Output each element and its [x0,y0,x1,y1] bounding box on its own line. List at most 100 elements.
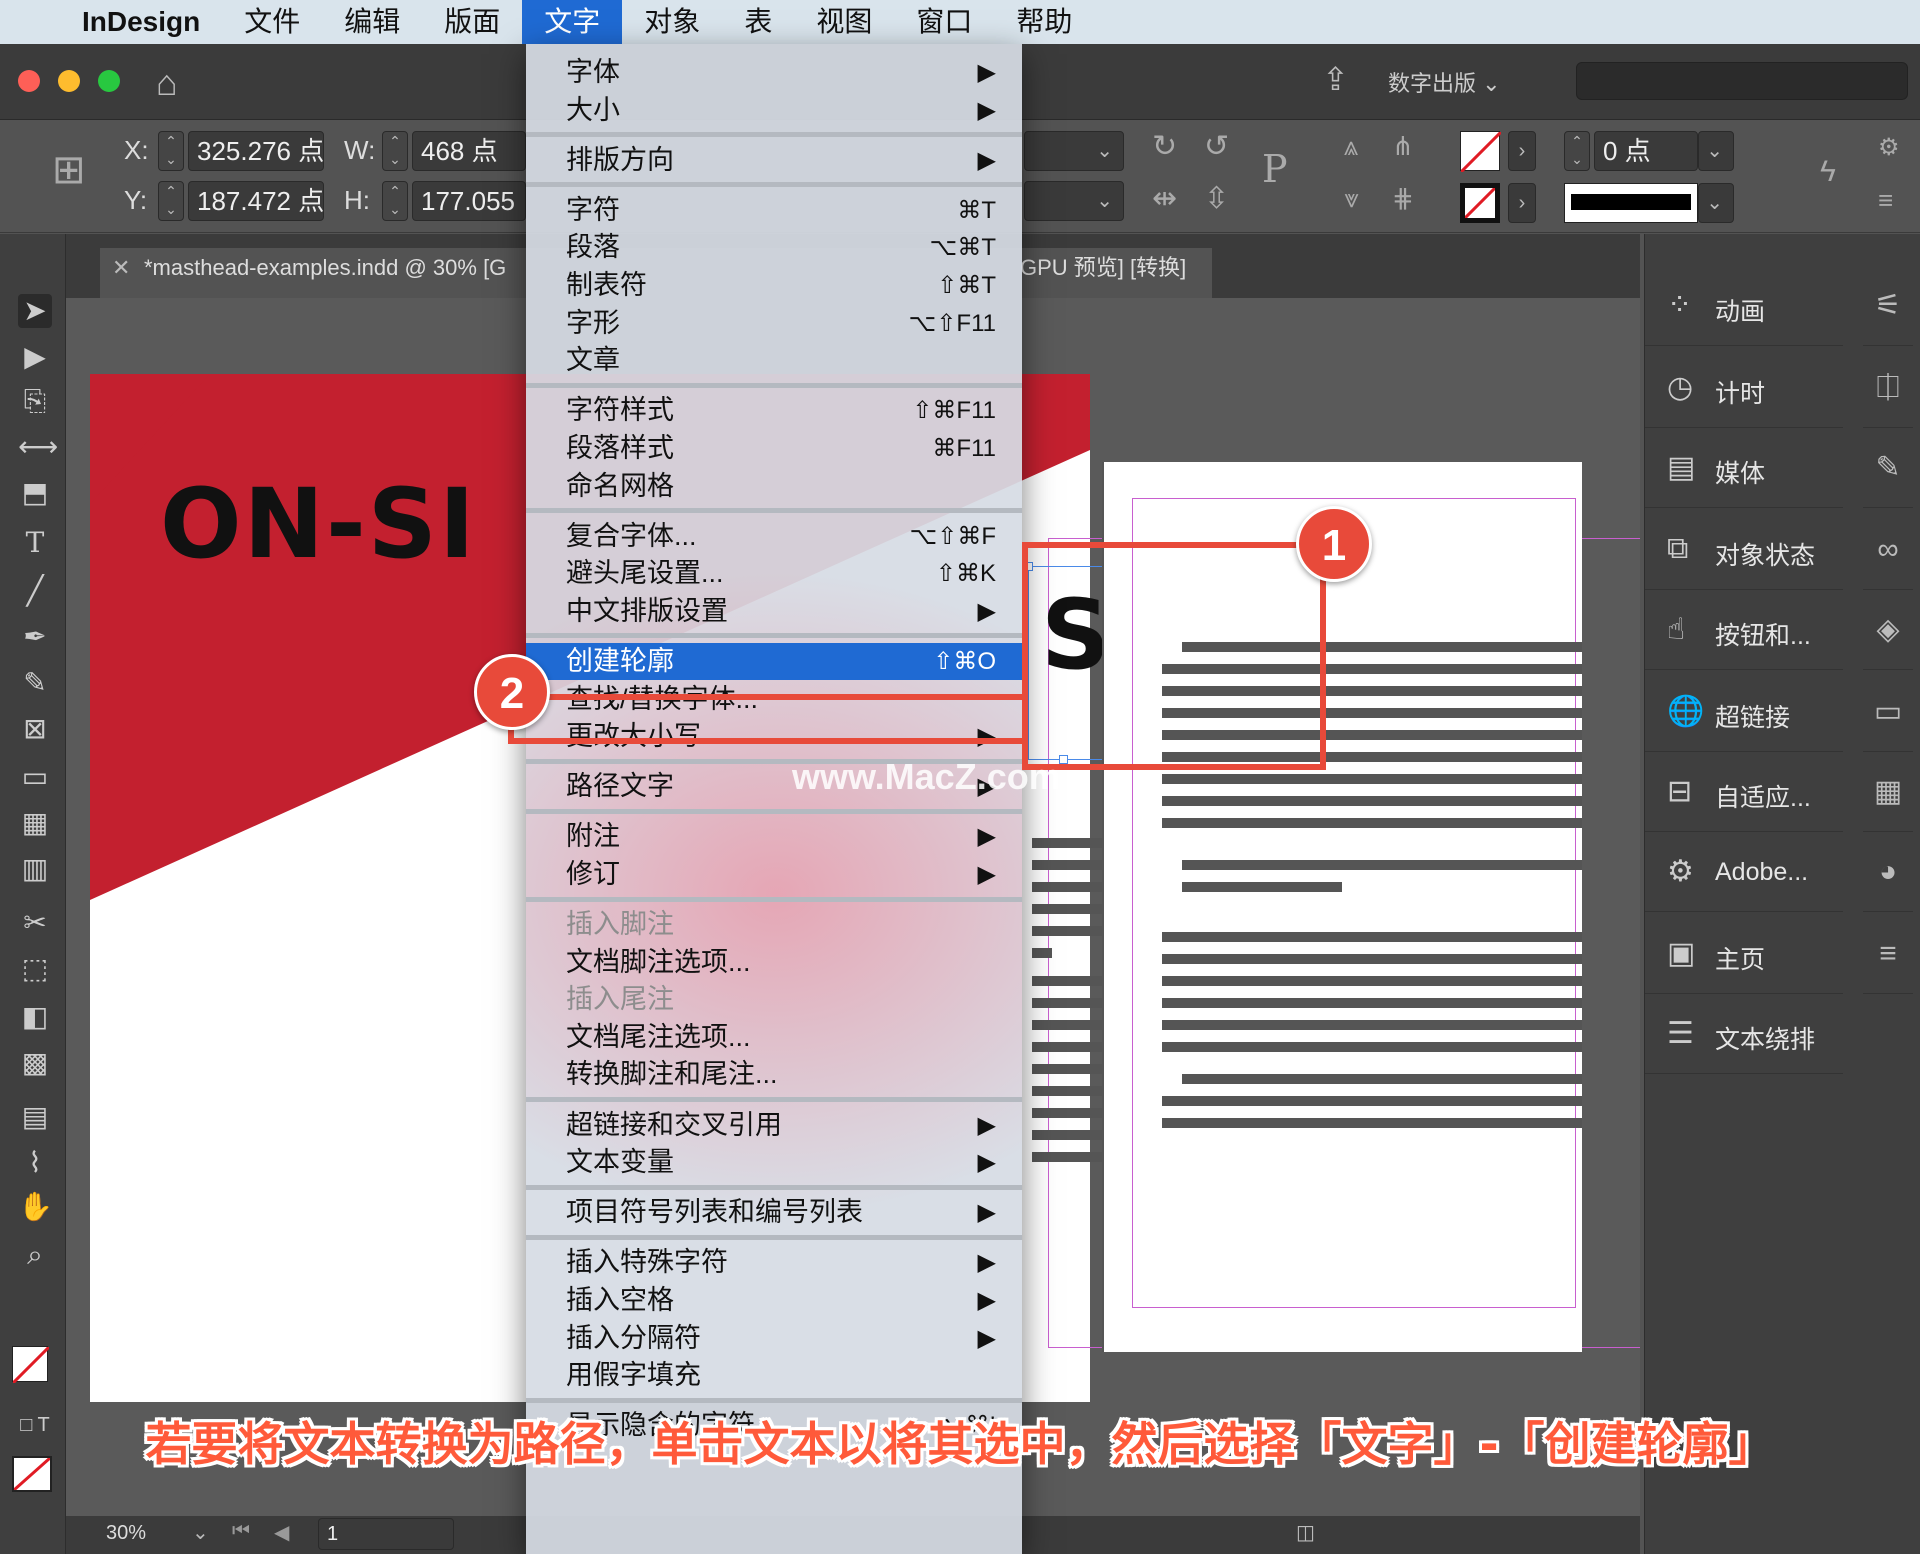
content-collector-icon[interactable]: ⬒ [18,476,52,510]
menu-item[interactable]: 文章 [526,342,1022,379]
panel-item-hyperlinks[interactable]: 🌐 超链接 [1645,672,1843,752]
menu-item[interactable]: 项目符号列表和编号列表 ▶ [526,1194,1022,1231]
zoom-tool-icon[interactable]: ⌕ [18,1238,52,1272]
menu-item[interactable]: 插入分隔符 ▶ [526,1320,1022,1357]
gear-icon[interactable]: ⚙ [1878,133,1900,162]
direct-selection-tool-icon[interactable]: ▶ [18,340,52,374]
menu-item[interactable]: 用假字填充 [526,1357,1022,1394]
rectangle-frame-tool-icon[interactable]: ⊠ [18,712,52,746]
previous-page-icon[interactable]: ◀ [274,1520,289,1545]
edit-icon[interactable]: ✎ [1863,428,1913,508]
menu-item[interactable]: 字符样式 ⇧⌘F11 [526,392,1022,429]
fill-swatch[interactable] [11,1345,51,1385]
stroke-none-swatch[interactable] [1460,183,1500,223]
close-tab-icon[interactable]: ✕ [112,248,130,288]
stroke-type-dropdown[interactable] [1564,183,1698,223]
share-icon[interactable]: ⇪ [1322,60,1349,98]
menu-item[interactable]: 命名网格 [526,468,1022,505]
fill-none-swatch[interactable] [1459,130,1503,174]
fill-chevron-icon[interactable]: › [1508,131,1536,171]
reference-point-icon[interactable]: ⊞ [52,147,86,193]
x-field[interactable]: 325.276 点 [188,131,324,171]
menu-indesign[interactable]: InDesign [60,0,222,44]
x-stepper[interactable]: ⌃ ⌄ [158,131,184,171]
menu-item[interactable]: 修订 ▶ [526,856,1022,893]
flip-horizontal-icon[interactable]: ⇹ [1152,181,1177,216]
menu-file[interactable]: 文件 [222,0,322,44]
gradient-icon[interactable]: ▭ [1863,672,1913,752]
menu-item[interactable]: 插入空格 ▶ [526,1282,1022,1319]
menu-item[interactable]: 附注 ▶ [526,818,1022,855]
h-stepper[interactable]: ⌃ ⌄ [382,181,408,221]
menu-item[interactable]: 中文排版设置 ▶ [526,593,1022,630]
menu-table[interactable]: 表 [722,0,794,44]
menu-item[interactable]: 转换脚注和尾注... [526,1056,1022,1093]
menu-item[interactable]: 复合字体... ⌥⇧⌘F [526,518,1022,555]
w-field[interactable]: 468 点 [412,131,526,171]
menu-item[interactable]: 字体 ▶ [526,54,1022,91]
menu-item[interactable]: 文档脚注选项... [526,944,1022,981]
menu-item[interactable]: 制表符 ⇧⌘T [526,267,1022,304]
panel-menu-icon[interactable]: ≡ [1878,185,1893,216]
panel-item-object-states[interactable]: ⧉ 对象状态 [1645,510,1843,590]
menu-layout[interactable]: 版面 [422,0,522,44]
menu-object[interactable]: 对象 [622,0,722,44]
line-tool-icon[interactable]: ╱ [18,574,52,608]
menu-item[interactable]: 段落样式 ⌘F11 [526,430,1022,467]
table-tool-icon[interactable]: ▦ [18,806,52,840]
y-field[interactable]: 187.472 点 [188,181,324,221]
menu-help[interactable]: 帮助 [994,0,1094,44]
distribute-icon[interactable]: ⋔ [1392,131,1414,162]
page-tool-icon[interactable]: ⎘ [18,384,52,418]
align-bottom-icon[interactable]: ⩔ [1344,183,1359,215]
minimize-window-button[interactable] [58,70,80,92]
w-stepper[interactable]: ⌃ ⌄ [382,131,408,171]
view-mode-icon[interactable]: ◫ [1296,1520,1315,1545]
cc-libraries-icon[interactable]: ⎅ [1863,348,1913,428]
workspace-switcher[interactable]: 数字出版 ⌄ [1388,66,1501,98]
zoom-chevron-icon[interactable]: ⌄ [192,1520,209,1545]
properties-icon[interactable]: ⚟ [1863,266,1913,346]
stroke-chevron-icon[interactable]: › [1508,183,1536,223]
panel-item-animation[interactable]: ⁘ 动画 [1645,266,1843,346]
path-type-icon[interactable]: P [1262,147,1288,191]
page-number-field[interactable]: 1 [318,1518,454,1550]
menu-item[interactable]: 段落 ⌥⌘T [526,229,1022,266]
menu-type[interactable]: 文字 [522,0,623,44]
grid-tool-icon[interactable]: ▥ [18,852,52,886]
menu-window[interactable]: 窗口 [894,0,994,44]
menu-edit[interactable]: 编辑 [322,0,422,44]
home-icon[interactable]: ⌂ [156,62,178,104]
y-stepper[interactable]: ⌃ ⌄ [158,181,184,221]
panel-item-liquid-layout[interactable]: ⊟ 自适应... [1645,752,1843,832]
menu-item[interactable]: 创建轮廓 ⇧⌘O [526,642,1022,680]
panel-item-timing[interactable]: ◷ 计时 [1645,348,1843,428]
panel-item-media[interactable]: ▤ 媒体 [1645,428,1843,508]
gap-tool-icon[interactable]: ⟷ [18,430,58,464]
zoom-level[interactable]: 30% [106,1522,146,1545]
close-window-button[interactable] [18,70,40,92]
h-field[interactable]: 177.055 [412,181,526,221]
menu-item[interactable]: 文档尾注选项... [526,1019,1022,1056]
align-top-icon[interactable]: ⩓ [1344,131,1359,163]
stroke-weight-dropdown[interactable]: ⌄ [1698,131,1734,171]
scissors-tool-icon[interactable]: ✂ [18,906,52,940]
rectangle-tool-icon[interactable]: ▭ [18,760,52,794]
distribute-spacing-icon[interactable]: ⋕ [1392,183,1414,214]
heading-text-left[interactable]: ON-SI [160,468,477,580]
pencil-tool-icon[interactable]: ✎ [18,666,52,700]
first-page-icon[interactable]: ⏮ [232,1520,250,1543]
free-transform-tool-icon[interactable]: ⬚ [18,952,52,986]
note-tool-icon[interactable]: ▤ [18,1100,52,1134]
color-icon[interactable]: ◕ [1863,832,1913,912]
rotate-ccw-icon[interactable]: ↺ [1204,129,1229,164]
selection-tool-icon[interactable]: ➤ [18,294,52,328]
menu-item[interactable]: 排版方向 ▶ [526,142,1022,179]
menu-item[interactable]: 避头尾设置... ⇧⌘K [526,555,1022,592]
zoom-window-button[interactable] [98,70,120,92]
menu-view[interactable]: 视图 [794,0,894,44]
links-icon[interactable]: ∞ [1863,510,1913,590]
hand-tool-icon[interactable]: ✋ [18,1190,53,1224]
eyedropper-tool-icon[interactable]: ⌇ [18,1146,52,1180]
menu-item[interactable]: 超链接和交叉引用 ▶ [526,1107,1022,1144]
